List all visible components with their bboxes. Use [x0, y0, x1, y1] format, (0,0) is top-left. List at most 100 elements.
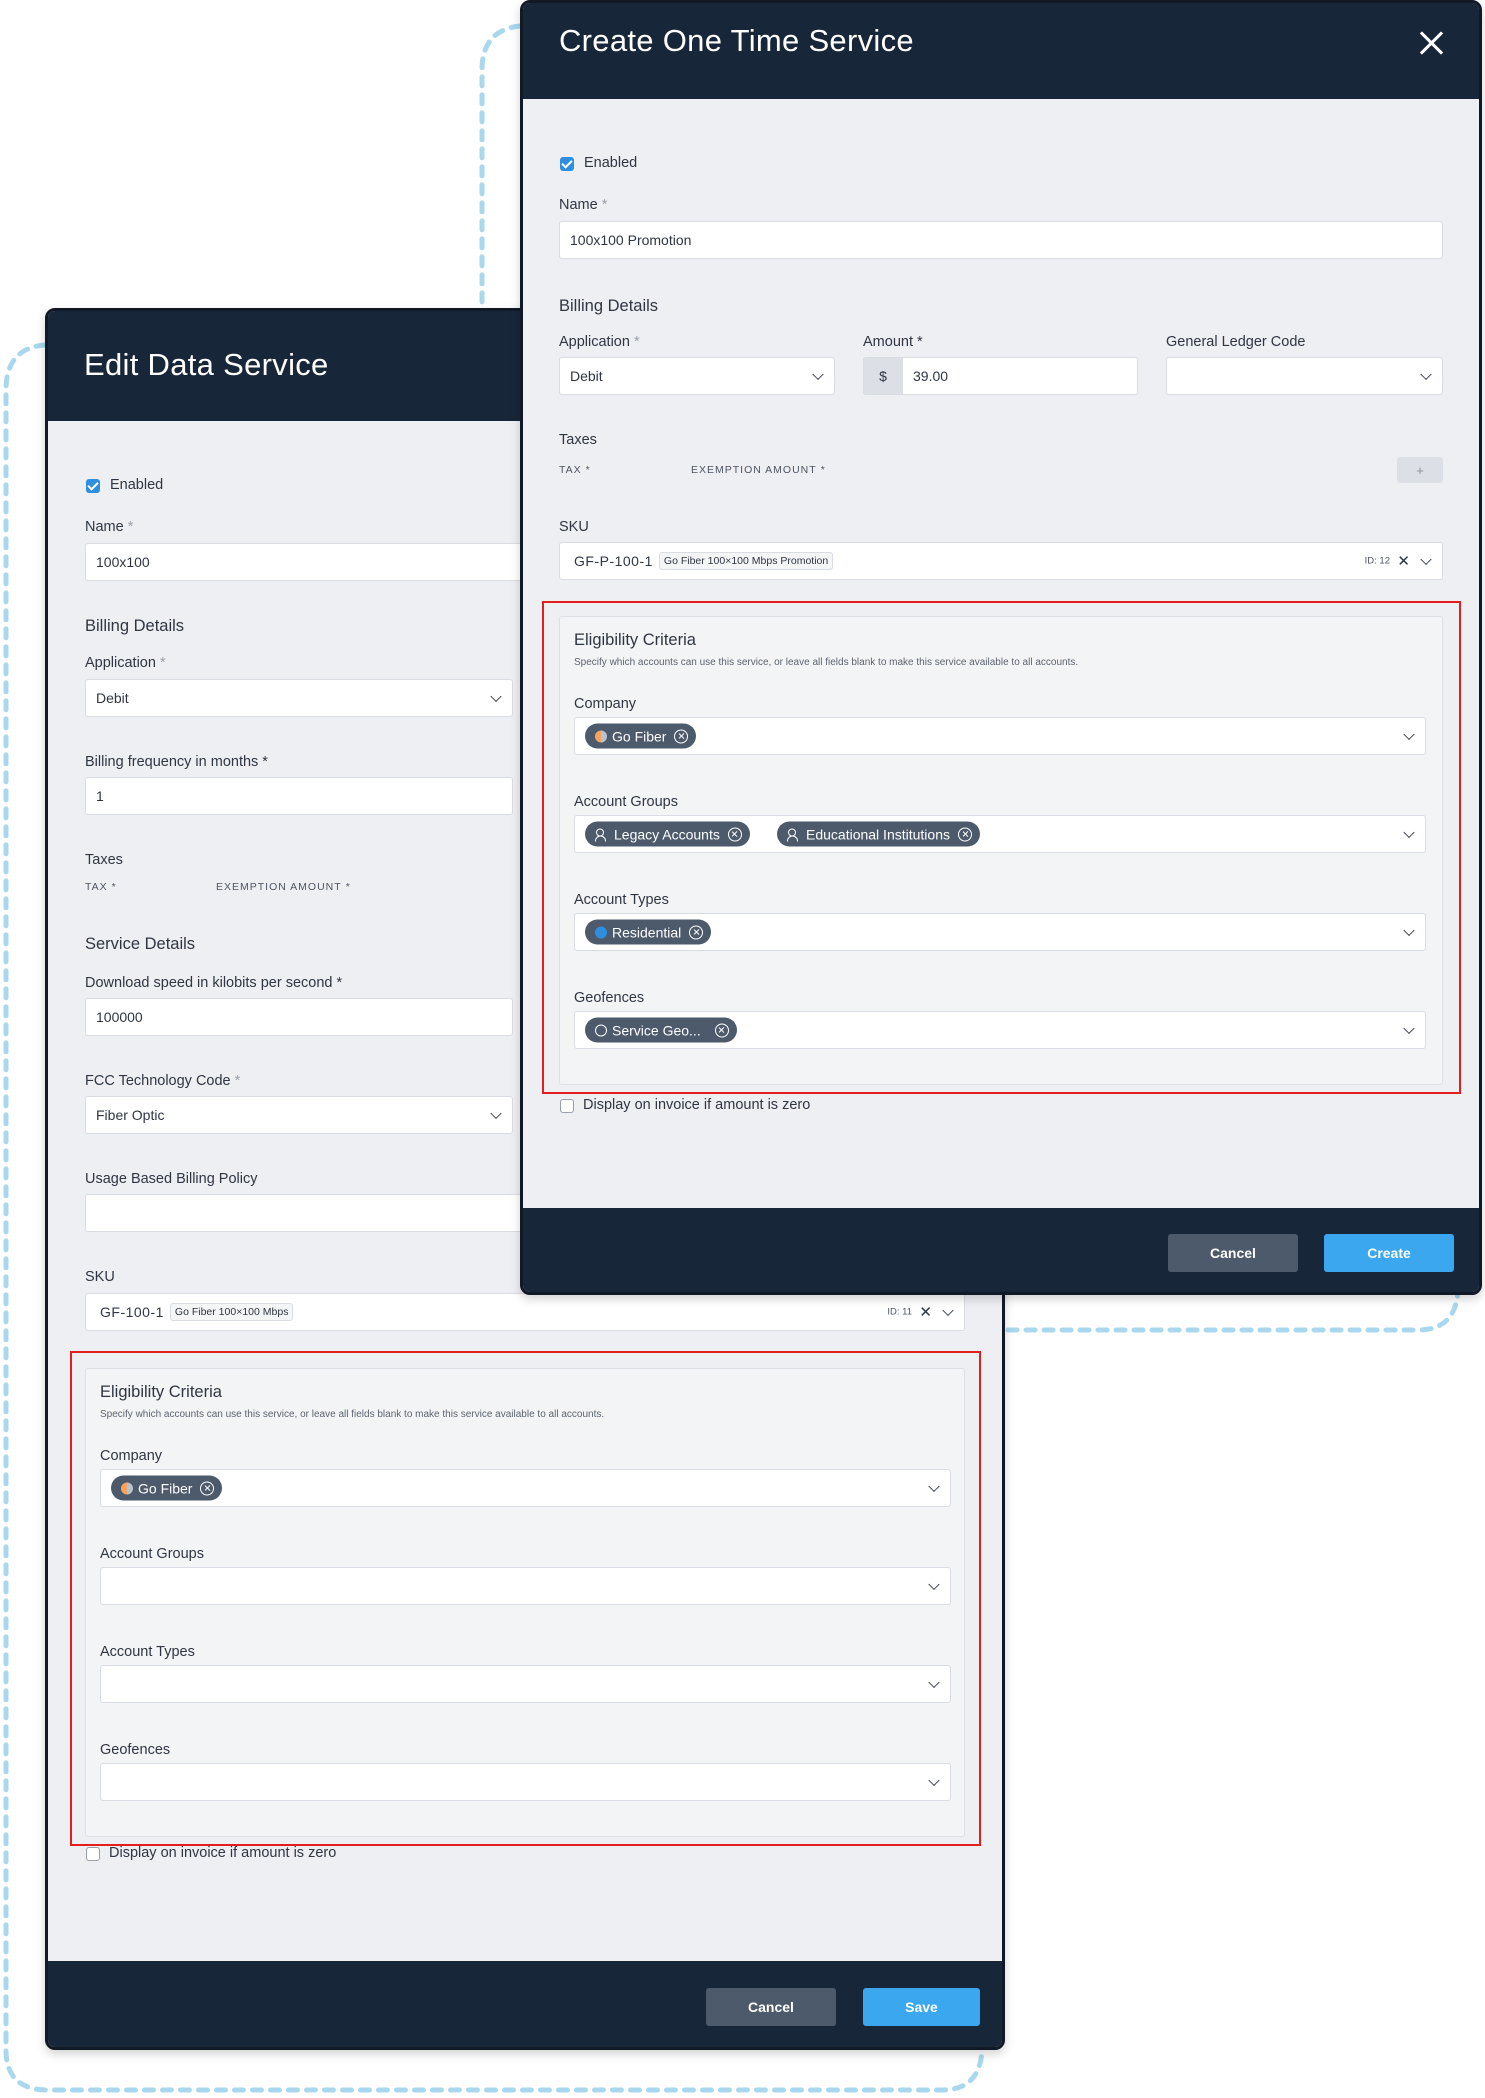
create-eligibility-description: Specify which accounts can use this serv…	[574, 657, 1079, 668]
edit-fcc-code-value: Fiber Optic	[96, 1107, 165, 1123]
chevron-down-icon	[942, 1304, 954, 1317]
group-icon	[787, 828, 801, 841]
create-gl-code-select[interactable]	[1166, 357, 1443, 395]
create-modal-title: Create One Time Service	[559, 23, 914, 58]
remove-chip-icon[interactable]	[200, 1481, 215, 1495]
edit-billing-frequency-label: Billing frequency in months *	[85, 754, 268, 770]
edit-download-speed-input[interactable]: 100000	[85, 998, 513, 1036]
edit-sku-id: ID: 11	[887, 1306, 912, 1318]
chevron-down-icon	[1403, 826, 1415, 839]
create-company-select[interactable]: Go Fiber	[574, 717, 1426, 755]
create-amount-value: 39.00	[913, 368, 949, 384]
create-one-time-service-modal: Create One Time Service Enabled Name * 10…	[520, 0, 1482, 1295]
edit-display-zero-checkbox[interactable]	[86, 1847, 100, 1861]
group-icon	[595, 828, 609, 841]
edit-sku-label: SKU	[85, 1269, 115, 1285]
account-type-chip-label: Residential	[612, 924, 682, 940]
create-enabled-label: Enabled	[584, 155, 638, 171]
create-display-zero-label: Display on invoice if amount is zero	[583, 1097, 811, 1113]
edit-download-speed-label: Download speed in kilobits per second *	[85, 975, 343, 991]
edit-cancel-button[interactable]: Cancel	[706, 1988, 836, 2026]
remove-chip-icon[interactable]	[727, 827, 742, 841]
create-account-groups-label: Account Groups	[574, 794, 678, 810]
edit-billing-details-heading: Billing Details	[85, 617, 185, 635]
chevron-down-icon	[928, 1676, 940, 1689]
edit-usage-policy-label: Usage Based Billing Policy	[85, 1171, 258, 1187]
edit-modal-title: Edit Data Service	[84, 347, 329, 382]
chevron-down-icon	[490, 690, 502, 703]
remove-chip-icon[interactable]	[689, 925, 704, 939]
chevron-down-icon	[928, 1480, 940, 1493]
edit-application-value: Debit	[96, 690, 129, 706]
create-account-groups-select[interactable]: Legacy Accounts Educational Institutions	[574, 815, 1426, 853]
create-modal-header: Create One Time Service	[523, 3, 1479, 99]
chevron-down-icon	[812, 368, 824, 381]
create-eligibility-title: Eligibility Criteria	[574, 631, 696, 649]
clear-icon[interactable]: ✕	[919, 1303, 932, 1321]
create-exemption-column: EXEMPTION AMOUNT *	[691, 464, 826, 476]
create-billing-details-heading: Billing Details	[559, 297, 659, 315]
edit-fcc-code-label: FCC Technology Code *	[85, 1073, 241, 1089]
remove-chip-icon[interactable]	[957, 827, 972, 841]
account-group-chip-label: Legacy Accounts	[614, 826, 720, 842]
edit-account-groups-select[interactable]	[100, 1567, 951, 1605]
company-chip: Go Fiber	[585, 723, 697, 749]
account-type-chip: Residential	[585, 919, 712, 945]
remove-chip-icon[interactable]	[714, 1023, 729, 1037]
edit-billing-frequency-value: 1	[96, 788, 104, 804]
create-application-select[interactable]: Debit	[559, 357, 835, 395]
edit-application-select[interactable]: Debit	[85, 679, 513, 717]
create-button[interactable]: Create	[1324, 1234, 1454, 1272]
edit-billing-frequency-input[interactable]: 1	[85, 777, 513, 815]
add-tax-button[interactable]: +	[1397, 457, 1443, 483]
chevron-down-icon	[1420, 368, 1432, 381]
create-modal-footer: Cancel Create	[523, 1208, 1479, 1292]
create-eligibility-section: Eligibility Criteria Specify which accou…	[559, 616, 1443, 1085]
edit-company-select[interactable]: Go Fiber	[100, 1469, 951, 1507]
remove-chip-icon[interactable]	[674, 729, 689, 743]
edit-sku-select[interactable]: GF-100-1 Go Fiber 100×100 Mbps ID: 11 ✕	[85, 1293, 965, 1331]
geofence-icon	[595, 1024, 607, 1036]
edit-enabled-checkbox[interactable]	[86, 479, 100, 493]
edit-geofences-label: Geofences	[100, 1742, 171, 1758]
create-sku-id: ID: 12	[1364, 555, 1390, 567]
create-application-value: Debit	[570, 368, 603, 384]
edit-geofences-select[interactable]	[100, 1763, 951, 1801]
edit-company-label: Company	[100, 1448, 163, 1464]
create-geofences-label: Geofences	[574, 990, 645, 1006]
edit-name-label: Name *	[85, 519, 134, 535]
edit-modal-footer: Cancel Save	[48, 1961, 1002, 2047]
create-name-input[interactable]: 100x100 Promotion	[559, 221, 1443, 259]
create-account-types-label: Account Types	[574, 892, 669, 908]
create-geofences-select[interactable]: Service Geo...	[574, 1011, 1426, 1049]
edit-service-details-heading: Service Details	[85, 935, 196, 953]
create-amount-input[interactable]: 39.00	[902, 357, 1138, 395]
chevron-down-icon	[1420, 553, 1432, 566]
edit-display-zero-label: Display on invoice if amount is zero	[109, 1845, 337, 1861]
create-sku-label: SKU	[559, 519, 589, 535]
clear-icon[interactable]: ✕	[1397, 552, 1410, 570]
edit-eligibility-section: Eligibility Criteria Specify which accou…	[85, 1368, 965, 1837]
create-enabled-checkbox[interactable]	[560, 157, 574, 171]
create-account-types-select[interactable]: Residential	[574, 913, 1426, 951]
geofence-chip: Service Geo...	[585, 1017, 737, 1043]
company-chip-label: Go Fiber	[612, 728, 667, 744]
account-group-chip: Legacy Accounts	[585, 821, 750, 847]
edit-fcc-code-select[interactable]: Fiber Optic	[85, 1096, 513, 1134]
edit-name-value: 100x100	[96, 554, 150, 570]
edit-account-types-select[interactable]	[100, 1665, 951, 1703]
currency-prefix: $	[863, 357, 903, 395]
account-group-chip: Educational Institutions	[777, 821, 980, 847]
save-button[interactable]: Save	[863, 1988, 980, 2026]
create-sku-select[interactable]: GF-P-100-1 Go Fiber 100×100 Mbps Promoti…	[559, 542, 1443, 580]
create-cancel-button[interactable]: Cancel	[1168, 1234, 1298, 1272]
create-name-value: 100x100 Promotion	[570, 232, 692, 248]
edit-eligibility-description: Specify which accounts can use this serv…	[100, 1409, 605, 1420]
edit-application-label: Application *	[85, 655, 166, 671]
close-icon[interactable]	[1416, 28, 1446, 58]
account-group-chip-label: Educational Institutions	[806, 826, 950, 842]
edit-download-speed-value: 100000	[96, 1009, 143, 1025]
account-type-icon	[595, 926, 607, 938]
edit-taxes-label: Taxes	[85, 852, 123, 868]
create-display-zero-checkbox[interactable]	[560, 1099, 574, 1113]
